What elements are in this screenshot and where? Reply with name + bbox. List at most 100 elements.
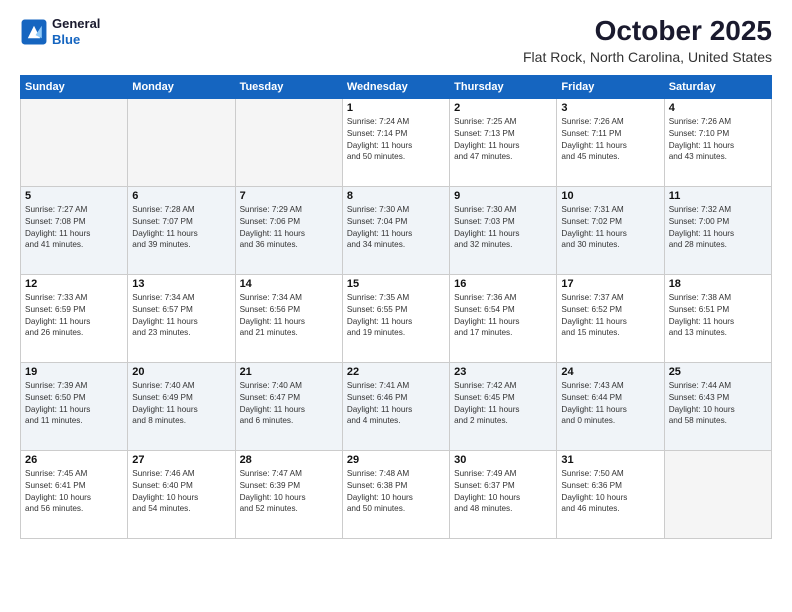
day-info: Sunrise: 7:44 AM Sunset: 6:43 PM Dayligh… bbox=[669, 380, 767, 428]
calendar-table: SundayMondayTuesdayWednesdayThursdayFrid… bbox=[20, 75, 772, 539]
day-cell-21: 21 Sunrise: 7:40 AM Sunset: 6:47 PM Dayli… bbox=[235, 362, 342, 450]
day-info: Sunrise: 7:36 AM Sunset: 6:54 PM Dayligh… bbox=[454, 292, 552, 340]
day-number: 29 bbox=[347, 454, 445, 466]
day-cell-12: 12Sunrise: 7:33 AM Sunset: 6:59 PM Dayli… bbox=[21, 274, 128, 362]
day-info: Sunrise: 7:30 AM Sunset: 7:04 PM Dayligh… bbox=[347, 204, 445, 252]
day-info: Sunrise: 7:40 AM Sunset: 6:49 PM Dayligh… bbox=[132, 380, 230, 428]
day-cell-22: 22Sunrise: 7:41 AM Sunset: 6:46 PM Dayli… bbox=[342, 362, 449, 450]
day-info: Sunrise: 7:39 AM Sunset: 6:50 PM Dayligh… bbox=[25, 380, 123, 428]
day-cell-16: 16 Sunrise: 7:36 AM Sunset: 6:54 PM Dayli… bbox=[450, 274, 557, 362]
day-info: Sunrise: 7:41 AM Sunset: 6:46 PM Dayligh… bbox=[347, 380, 445, 428]
day-info: Sunrise: 7:43 AM Sunset: 6:44 PM Dayligh… bbox=[561, 380, 659, 428]
day-cell-5: 5 Sunrise: 7:27 AM Sunset: 7:08 PM Daylig… bbox=[21, 186, 128, 274]
day-cell-15: 15 Sunrise: 7:35 AM Sunset: 6:55 PM Dayli… bbox=[342, 274, 449, 362]
logo: General Blue bbox=[20, 16, 100, 47]
day-info: Sunrise: 7:26 AM Sunset: 7:10 PM Dayligh… bbox=[669, 116, 767, 164]
day-info: Sunrise: 7:33 AM Sunset: 6:59 PM Dayligh… bbox=[25, 292, 123, 340]
day-info: Sunrise: 7:29 AM Sunset: 7:06 PM Dayligh… bbox=[240, 204, 338, 252]
day-cell-28: 28Sunrise: 7:47 AM Sunset: 6:39 PM Dayli… bbox=[235, 450, 342, 538]
day-header-row: SundayMondayTuesdayWednesdayThursdayFrid… bbox=[21, 75, 772, 98]
day-cell-10: 10 Sunrise: 7:31 AM Sunset: 7:02 PM Dayli… bbox=[557, 186, 664, 274]
logo-line1: General bbox=[52, 16, 100, 32]
column-header-monday: Monday bbox=[128, 75, 235, 98]
day-cell-1: 1 Sunrise: 7:24 AM Sunset: 7:14 PM Daylig… bbox=[342, 98, 449, 186]
day-cell-18: 18Sunrise: 7:38 AM Sunset: 6:51 PM Dayli… bbox=[664, 274, 771, 362]
day-cell-31: 31 Sunrise: 7:50 AM Sunset: 6:36 PM Dayli… bbox=[557, 450, 664, 538]
day-number: 2 bbox=[454, 102, 552, 114]
day-info: Sunrise: 7:32 AM Sunset: 7:00 PM Dayligh… bbox=[669, 204, 767, 252]
day-info: Sunrise: 7:35 AM Sunset: 6:55 PM Dayligh… bbox=[347, 292, 445, 340]
empty-cell bbox=[128, 98, 235, 186]
day-cell-3: 3 Sunrise: 7:26 AM Sunset: 7:11 PM Daylig… bbox=[557, 98, 664, 186]
month-title: October 2025 bbox=[523, 16, 772, 47]
day-info: Sunrise: 7:42 AM Sunset: 6:45 PM Dayligh… bbox=[454, 380, 552, 428]
logo-icon bbox=[20, 18, 48, 46]
column-header-thursday: Thursday bbox=[450, 75, 557, 98]
day-cell-19: 19 Sunrise: 7:39 AM Sunset: 6:50 PM Dayli… bbox=[21, 362, 128, 450]
day-cell-26: 26 Sunrise: 7:45 AM Sunset: 6:41 PM Dayli… bbox=[21, 450, 128, 538]
calendar-week-row: 1 Sunrise: 7:24 AM Sunset: 7:14 PM Daylig… bbox=[21, 98, 772, 186]
header: General Blue October 2025 Flat Rock, Nor… bbox=[20, 16, 772, 65]
day-number: 10 bbox=[561, 190, 659, 202]
day-number: 21 bbox=[240, 366, 338, 378]
column-header-tuesday: Tuesday bbox=[235, 75, 342, 98]
day-info: Sunrise: 7:49 AM Sunset: 6:37 PM Dayligh… bbox=[454, 468, 552, 516]
day-number: 6 bbox=[132, 190, 230, 202]
day-cell-24: 24 Sunrise: 7:43 AM Sunset: 6:44 PM Dayli… bbox=[557, 362, 664, 450]
day-number: 5 bbox=[25, 190, 123, 202]
day-info: Sunrise: 7:40 AM Sunset: 6:47 PM Dayligh… bbox=[240, 380, 338, 428]
day-number: 18 bbox=[669, 278, 767, 290]
day-info: Sunrise: 7:26 AM Sunset: 7:11 PM Dayligh… bbox=[561, 116, 659, 164]
day-cell-13: 13 Sunrise: 7:34 AM Sunset: 6:57 PM Dayli… bbox=[128, 274, 235, 362]
day-number: 19 bbox=[25, 366, 123, 378]
day-number: 1 bbox=[347, 102, 445, 114]
day-cell-20: 20 Sunrise: 7:40 AM Sunset: 6:49 PM Dayli… bbox=[128, 362, 235, 450]
day-number: 4 bbox=[669, 102, 767, 114]
day-number: 3 bbox=[561, 102, 659, 114]
logo-line2: Blue bbox=[52, 32, 100, 48]
day-number: 30 bbox=[454, 454, 552, 466]
day-number: 25 bbox=[669, 366, 767, 378]
location-title: Flat Rock, North Carolina, United States bbox=[523, 49, 772, 65]
day-info: Sunrise: 7:34 AM Sunset: 6:57 PM Dayligh… bbox=[132, 292, 230, 340]
day-number: 24 bbox=[561, 366, 659, 378]
day-number: 17 bbox=[561, 278, 659, 290]
day-info: Sunrise: 7:28 AM Sunset: 7:07 PM Dayligh… bbox=[132, 204, 230, 252]
day-info: Sunrise: 7:45 AM Sunset: 6:41 PM Dayligh… bbox=[25, 468, 123, 516]
logo-text: General Blue bbox=[52, 16, 100, 47]
column-header-friday: Friday bbox=[557, 75, 664, 98]
day-cell-7: 7Sunrise: 7:29 AM Sunset: 7:06 PM Daylig… bbox=[235, 186, 342, 274]
day-number: 11 bbox=[669, 190, 767, 202]
day-number: 13 bbox=[132, 278, 230, 290]
day-info: Sunrise: 7:48 AM Sunset: 6:38 PM Dayligh… bbox=[347, 468, 445, 516]
column-header-wednesday: Wednesday bbox=[342, 75, 449, 98]
day-info: Sunrise: 7:31 AM Sunset: 7:02 PM Dayligh… bbox=[561, 204, 659, 252]
day-cell-2: 2 Sunrise: 7:25 AM Sunset: 7:13 PM Daylig… bbox=[450, 98, 557, 186]
page: General Blue October 2025 Flat Rock, Nor… bbox=[0, 0, 792, 612]
day-number: 26 bbox=[25, 454, 123, 466]
day-number: 8 bbox=[347, 190, 445, 202]
column-header-saturday: Saturday bbox=[664, 75, 771, 98]
day-number: 28 bbox=[240, 454, 338, 466]
day-number: 16 bbox=[454, 278, 552, 290]
day-number: 15 bbox=[347, 278, 445, 290]
day-info: Sunrise: 7:30 AM Sunset: 7:03 PM Dayligh… bbox=[454, 204, 552, 252]
day-number: 20 bbox=[132, 366, 230, 378]
day-number: 31 bbox=[561, 454, 659, 466]
empty-cell bbox=[21, 98, 128, 186]
calendar-week-row: 19 Sunrise: 7:39 AM Sunset: 6:50 PM Dayli… bbox=[21, 362, 772, 450]
day-info: Sunrise: 7:24 AM Sunset: 7:14 PM Dayligh… bbox=[347, 116, 445, 164]
day-info: Sunrise: 7:34 AM Sunset: 6:56 PM Dayligh… bbox=[240, 292, 338, 340]
day-cell-25: 25 Sunrise: 7:44 AM Sunset: 6:43 PM Dayli… bbox=[664, 362, 771, 450]
day-info: Sunrise: 7:27 AM Sunset: 7:08 PM Dayligh… bbox=[25, 204, 123, 252]
day-cell-29: 29 Sunrise: 7:48 AM Sunset: 6:38 PM Dayli… bbox=[342, 450, 449, 538]
day-number: 27 bbox=[132, 454, 230, 466]
day-number: 9 bbox=[454, 190, 552, 202]
day-info: Sunrise: 7:50 AM Sunset: 6:36 PM Dayligh… bbox=[561, 468, 659, 516]
day-cell-4: 4 Sunrise: 7:26 AM Sunset: 7:10 PM Daylig… bbox=[664, 98, 771, 186]
calendar-week-row: 26 Sunrise: 7:45 AM Sunset: 6:41 PM Dayli… bbox=[21, 450, 772, 538]
day-cell-17: 17Sunrise: 7:37 AM Sunset: 6:52 PM Dayli… bbox=[557, 274, 664, 362]
title-block: October 2025 Flat Rock, North Carolina, … bbox=[523, 16, 772, 65]
day-number: 14 bbox=[240, 278, 338, 290]
day-info: Sunrise: 7:25 AM Sunset: 7:13 PM Dayligh… bbox=[454, 116, 552, 164]
